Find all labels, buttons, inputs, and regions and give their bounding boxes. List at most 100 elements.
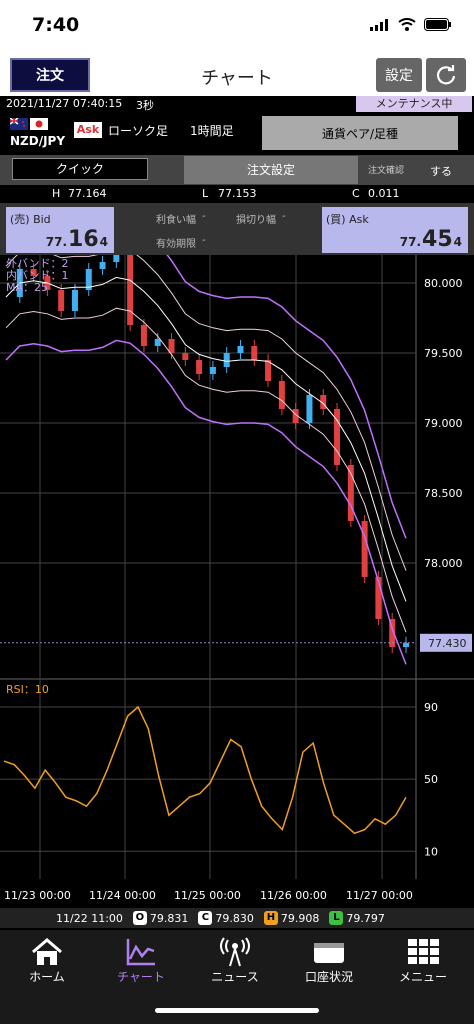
expiry-label: 有効期限	[156, 239, 196, 250]
bid-price: 77. 16 4	[46, 227, 108, 252]
grid-icon	[408, 939, 439, 964]
tab-menu-label: メニュー	[398, 970, 447, 984]
ask-button[interactable]: (買) Ask 77. 45 4	[322, 207, 468, 253]
chart-type-label[interactable]: ローソク足	[108, 122, 168, 139]
side-tag[interactable]: Ask	[74, 122, 102, 138]
home-indicator	[155, 1008, 319, 1013]
order-confirm-label: 注文確認	[368, 166, 405, 176]
price-tick-label: 80.000	[424, 277, 463, 290]
high-label: H	[52, 187, 61, 200]
ask-price-prefix: 77.	[399, 235, 422, 249]
pair-timeframe-button[interactable]: 通貨ペア/足種	[262, 116, 458, 150]
x-tick-label: 11/25 00:00	[174, 889, 241, 902]
ask-price: 77. 45 4	[400, 227, 462, 252]
low-tag: L	[329, 911, 344, 925]
price-tick-label: 79.000	[424, 417, 463, 430]
bid-label: (売) Bid	[10, 213, 51, 226]
price-tick-label: 78.500	[424, 487, 463, 500]
change-label: C	[352, 187, 360, 200]
candle-body	[140, 325, 147, 346]
server-datetime: 2021/11/27 07:40:15	[6, 97, 123, 110]
jp-flag-icon	[30, 118, 48, 130]
order-row: クイック 注文設定 注文確認 する	[0, 155, 474, 185]
take-profit-label: 利食い幅	[156, 215, 196, 226]
ask-price-suffix: 4	[453, 235, 462, 249]
candle-body	[154, 339, 161, 346]
ask-price-main: 45	[422, 227, 453, 252]
rsi-plot-bg	[0, 683, 474, 879]
open-tag: O	[132, 911, 147, 925]
settings-button[interactable]: 設定	[376, 58, 422, 92]
wifi-icon	[398, 18, 416, 31]
price-chart[interactable]: 80.00079.50079.00078.50078.000外バンド：2内バンド…	[0, 255, 474, 907]
bid-button[interactable]: (売) Bid 77. 16 4	[6, 207, 114, 253]
bid-price-prefix: 77.	[45, 235, 68, 249]
chart-icon	[126, 939, 155, 966]
candle-body	[196, 360, 203, 374]
status-icons	[370, 18, 452, 31]
candle-body	[113, 255, 120, 262]
maintenance-badge: メンテナンス中	[356, 96, 472, 112]
tab-account[interactable]: 口座状況	[282, 936, 376, 985]
close-tag: C	[198, 911, 213, 925]
current-price-tag: 77.430	[428, 637, 467, 650]
battery-icon	[424, 18, 451, 31]
refresh-interval: 3秒	[136, 99, 154, 112]
stop-loss-label: 損切り幅	[236, 215, 276, 226]
quick-order-button[interactable]: クイック	[12, 158, 148, 180]
price-tick-label: 78.000	[424, 557, 463, 570]
rsi-title: RSI：10	[6, 683, 49, 696]
tab-account-label: 口座状況	[304, 970, 353, 984]
close-value: 79.830	[215, 911, 254, 925]
x-tick-label: 11/26 00:00	[260, 889, 327, 902]
candle-body	[251, 346, 258, 360]
order-confirm-toggle[interactable]: する	[430, 163, 452, 179]
wallet-icon	[314, 943, 344, 963]
change-value: 0.011	[368, 187, 400, 200]
nz-flag-icon	[10, 118, 28, 130]
home-icon	[32, 938, 62, 965]
tab-menu[interactable]: メニュー	[376, 936, 470, 985]
refresh-icon	[436, 65, 456, 85]
candle-body	[71, 290, 78, 311]
legend-label: 内バンド：1	[6, 268, 69, 282]
ohlc-time: 11/22 11:00	[56, 911, 123, 925]
tab-news-label: ニュース	[211, 970, 259, 984]
x-tick-label: 11/27 00:00	[346, 889, 413, 902]
candle-body	[127, 255, 134, 325]
stop-loss-value: -	[282, 211, 286, 222]
high-value-footer: 79.908	[280, 911, 320, 925]
hlc-row: H 77.164 L 77.153 C 0.011	[0, 185, 474, 203]
candle-body	[403, 642, 409, 647]
rsi-tick-label: 10	[424, 845, 438, 858]
low-label: L	[202, 187, 209, 200]
candle-body	[182, 353, 189, 360]
candle-body	[306, 395, 313, 423]
price-panel: (売) Bid 77. 16 4 利食い幅 - 損切り幅 - 有効期限 - (買…	[0, 203, 474, 255]
candle-body	[278, 381, 285, 409]
tab-home[interactable]: ホーム	[0, 936, 94, 985]
tab-news[interactable]: ニュース	[188, 936, 282, 985]
bid-price-main: 16	[68, 227, 99, 252]
broadcast-icon	[220, 937, 250, 967]
expiry-value: -	[202, 235, 206, 246]
ohlc-footer: 11/22 11:00 O 79.831 C 79.830 H 79.908 L…	[0, 908, 474, 928]
signal-icon	[370, 18, 388, 31]
candle-body	[237, 346, 244, 353]
refresh-button[interactable]	[426, 58, 466, 92]
order-settings-button[interactable]: 注文設定	[184, 156, 358, 184]
currency-pair: NZD/JPY	[10, 134, 66, 148]
x-tick-label: 11/24 00:00	[89, 889, 156, 902]
tab-chart[interactable]: チャート	[94, 936, 188, 985]
info-bar: 2021/11/27 07:40:15 3秒 メンテナンス中	[0, 96, 474, 112]
price-tick-label: 79.500	[424, 347, 463, 360]
legend-label: MA：25	[6, 281, 48, 294]
app-header: 注文 チャート 設定	[0, 52, 474, 98]
take-profit-value: -	[202, 211, 206, 222]
currency-flags	[10, 118, 50, 132]
timeframe-label[interactable]: 1時間足	[190, 122, 234, 139]
high-tag: H	[263, 911, 278, 925]
low-value-footer: 79.797	[346, 911, 385, 925]
bid-price-suffix: 4	[99, 235, 108, 249]
rsi-tick-label: 90	[424, 701, 438, 714]
